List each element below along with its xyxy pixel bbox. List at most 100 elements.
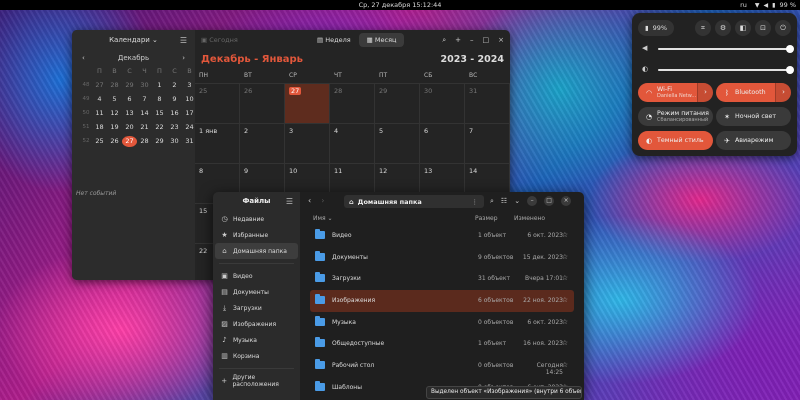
day-cell[interactable]: 25 [195,84,240,123]
star-icon[interactable]: ☆ [562,253,568,261]
back-icon[interactable]: ‹ [308,196,311,205]
mini-day[interactable]: 23 [167,122,182,133]
brightness-knob[interactable] [786,66,794,74]
mini-day[interactable]: 12 [107,108,122,119]
day-cell-today[interactable]: 27 [285,84,330,123]
file-row[interactable]: Изображения 6 объектов 22 ноя. 2023 ☆ [310,290,574,312]
day-cell[interactable]: 5 [375,124,420,163]
sidebar-item-clock[interactable]: ◷ Недавние [215,211,298,227]
power-icon[interactable]: ⏻ [775,20,791,36]
mini-day[interactable]: 14 [137,108,152,119]
mini-day[interactable]: 13 [122,108,137,119]
day-cell[interactable]: 31 [465,84,510,123]
previous-month-icon[interactable]: ‹ [82,54,85,62]
close-icon[interactable]: × [561,196,572,206]
keyboard-layout[interactable]: ru [740,1,747,9]
view-list-icon[interactable]: ☷ [501,197,507,205]
toggle-power-mode[interactable]: ◔ Режим питания Сбалансированный [638,107,713,126]
column-name[interactable]: Имя ⌄ [313,215,333,222]
sidebar-item-home[interactable]: ⌂ Домашняя папка [215,243,298,259]
sidebar-item-trash[interactable]: ▥ Корзина [215,348,298,364]
file-row[interactable]: Видео 1 объект 6 окт. 2023 ☆ [310,225,574,247]
mini-day[interactable]: 29 [152,136,167,147]
mini-day[interactable]: 2 [167,80,182,91]
minimize-icon[interactable]: – [527,196,538,206]
sidebar-item-image[interactable]: ▨ Изображения [215,316,298,332]
toggle-airplane[interactable]: ✈ Авиарежим [716,131,791,150]
mini-day[interactable]: 26 [107,136,122,147]
star-icon[interactable]: ☆ [562,296,568,304]
search-icon[interactable]: ⌕ [442,36,446,45]
today-button[interactable]: ▣ Сегодня [201,36,238,44]
volume-knob[interactable] [786,45,794,53]
maximize-icon[interactable]: □ [544,196,555,206]
file-row[interactable]: Документы 9 объектов 15 дек. 2023 ☆ [310,247,574,269]
volume-slider[interactable]: ◀ [638,40,794,58]
sidebar-item-music[interactable]: ♪ Музыка [215,332,298,348]
day-cell[interactable]: 30 [420,84,465,123]
mini-day[interactable]: 6 [122,94,137,105]
mini-day[interactable]: 7 [137,94,152,105]
next-month-icon[interactable]: › [182,54,185,62]
sidebar-item-video[interactable]: ▣ Видео [215,268,298,284]
clock[interactable]: Ср, 27 декабря 15:12:44 [0,1,800,9]
mini-day[interactable]: 21 [137,122,152,133]
file-row[interactable]: Рабочий стол 0 объектов Сегодня 14:25 ☆ [310,355,574,377]
forward-icon[interactable]: › [321,196,324,205]
star-icon[interactable]: ☆ [562,274,568,282]
toggle-bluetooth[interactable]: ᛒ Bluetooth › [716,83,791,102]
mini-day[interactable]: 4 [92,94,107,105]
mini-day[interactable]: 5 [107,94,122,105]
add-event-icon[interactable]: + [455,36,461,45]
star-icon[interactable]: ☆ [562,339,568,347]
battery-pill[interactable]: ▮ 99% [638,20,675,36]
file-row[interactable]: Загрузки 31 объект Вчера 17:01 ☆ [310,268,574,290]
maximize-icon[interactable]: □ [483,36,490,45]
mini-day[interactable]: 28 [107,80,122,91]
mini-day[interactable]: 11 [92,108,107,119]
day-cell[interactable]: 26 [240,84,285,123]
sidebar-item-other-locations[interactable]: + Другие расположения [215,373,298,389]
mini-day[interactable]: 8 [152,94,167,105]
column-modified[interactable]: Изменено [514,215,545,222]
mini-day[interactable]: 22 [152,122,167,133]
calendars-button[interactable]: Календари ⌄ ☰ [72,30,195,50]
chevron-right-icon[interactable]: › [775,83,791,102]
tab-week[interactable]: ▤ Неделя [309,33,359,47]
hamburger-menu-icon[interactable]: ☰ [286,192,293,211]
screenshot-icon[interactable]: ⌗ [695,20,711,36]
hamburger-menu-icon[interactable]: ☰ [180,36,187,45]
sidebar-item-download[interactable]: ⤓ Загрузки [215,300,298,316]
toggle-night-light[interactable]: ✶ Ночной свет [716,107,791,126]
day-cell[interactable]: 28 [330,84,375,123]
chevron-right-icon[interactable]: › [697,83,713,102]
mini-day[interactable]: 30 [137,80,152,91]
star-icon[interactable]: ☆ [562,318,568,326]
path-menu-icon[interactable]: ⋮ [472,198,479,206]
mini-day[interactable]: 16 [167,108,182,119]
mini-day[interactable]: 30 [167,136,182,147]
toggle-wifi[interactable]: ◠ Wi-Fi Daniella Netw... › [638,83,713,102]
mini-day[interactable]: 25 [92,136,107,147]
screen-rotation-icon[interactable]: ◧ [735,20,751,36]
lock-icon[interactable]: ⊡ [755,20,771,36]
column-size[interactable]: Размер [475,215,498,222]
sidebar-item-star[interactable]: ★ Избранные [215,227,298,243]
day-cell[interactable]: 29 [375,84,420,123]
mini-day[interactable]: 27 [92,80,107,91]
mini-day[interactable]: 18 [92,122,107,133]
settings-icon[interactable]: ⚙ [715,20,731,36]
brightness-slider[interactable]: ◐ [638,61,794,79]
day-cell[interactable]: 7 [465,124,510,163]
day-cell[interactable]: 4 [330,124,375,163]
path-bar[interactable]: ⌂ Домашняя папка ⋮ [344,195,484,208]
file-row[interactable]: Музыка 0 объектов 6 окт. 2023 ☆ [310,312,574,334]
mini-day[interactable]: 19 [107,122,122,133]
star-icon[interactable]: ☆ [562,361,568,369]
day-cell[interactable]: 2 [240,124,285,163]
tab-month[interactable]: ▦ Месяц [358,33,405,47]
sidebar-item-document[interactable]: ▤ Документы [215,284,298,300]
star-icon[interactable]: ☆ [562,231,568,239]
day-cell[interactable]: 1 янв [195,124,240,163]
mini-day[interactable]: 15 [152,108,167,119]
